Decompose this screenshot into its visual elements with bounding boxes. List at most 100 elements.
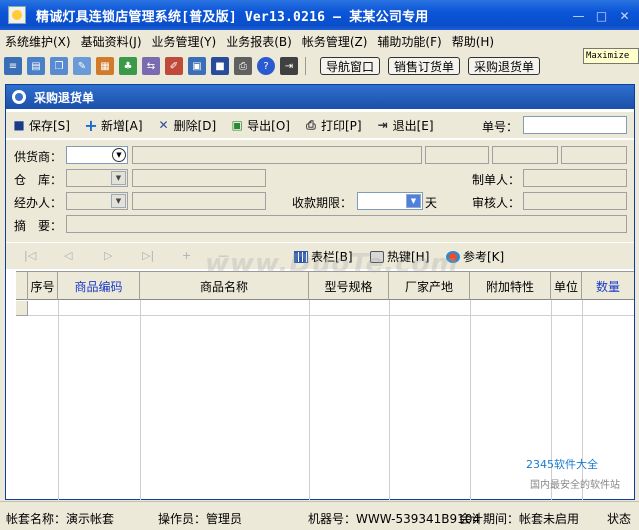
export-icon: ▣ [231, 118, 243, 132]
table-row[interactable] [16, 301, 634, 316]
grid-col-line [140, 300, 141, 500]
menu-accounts[interactable]: 帐务管理(Z) [297, 33, 373, 50]
close-button[interactable]: ✕ [614, 5, 635, 26]
col-unit[interactable]: 单位 [551, 272, 582, 300]
doc-no-label: 单号： [482, 120, 519, 134]
nav-window-button[interactable]: 导航窗口 [320, 57, 381, 75]
print-icon: ⎙ [306, 117, 316, 132]
child-title: 采购退货单 [34, 90, 95, 105]
exit-label: 退出[E] [392, 118, 434, 133]
corner-logo-subtitle: 国内最安全的软件站 [530, 480, 620, 491]
window-controls: — □ ✕ [568, 5, 635, 26]
toolbar-separator [305, 57, 306, 75]
save-icon[interactable]: ■ [211, 57, 229, 75]
delete-label: 删除[D] [173, 118, 217, 133]
header-form: 供货商： ▼ 仓 库： ▼ 制单人： 经办人： ▼ 收款期限： ▼ 天 审核人：… [6, 140, 634, 242]
warehouse-label: 仓 库： [14, 173, 63, 187]
prev-record-icon[interactable]: ◁ [64, 249, 72, 262]
grid-corner [16, 272, 28, 300]
image-icon[interactable]: ▣ [188, 57, 206, 75]
chevron-down-icon[interactable]: ▼ [111, 194, 126, 208]
sales-order-button[interactable]: 销售订货单 [388, 57, 461, 75]
help-icon[interactable]: ? [257, 57, 275, 75]
col-product-code[interactable]: 商品编码 [58, 272, 140, 300]
maker-field [523, 169, 627, 187]
supplier-extra-3 [561, 146, 627, 164]
status-state: 状态 [607, 512, 632, 526]
last-record-icon[interactable]: ▷| [142, 249, 154, 262]
insert-row-icon[interactable]: + [182, 249, 191, 262]
app-icon [8, 6, 26, 24]
transfer-icon[interactable]: ⇆ [142, 57, 160, 75]
payment-term-field[interactable]: ▼ [357, 192, 423, 210]
chevron-down-icon[interactable]: ▼ [111, 171, 126, 185]
document-icon[interactable]: ▦ [96, 57, 114, 75]
handler-label: 经办人： [14, 196, 63, 210]
export-label: 导出[O] [247, 118, 290, 133]
reference-label: 参考[K] [463, 250, 505, 264]
reviewer-label: 审核人： [472, 196, 521, 210]
delete-button[interactable]: ✕ 删除[D] [157, 117, 217, 134]
add-icon: + [84, 115, 98, 135]
col-seq[interactable]: 序号 [28, 272, 58, 300]
handler-select[interactable]: ▼ [66, 192, 128, 210]
handler-name-field [132, 192, 266, 210]
users-icon[interactable]: ♣ [119, 57, 137, 75]
status-machine: 机器号：WWW-539341B9104 [308, 512, 481, 526]
minimize-button[interactable]: — [568, 5, 589, 26]
reviewer-field [523, 192, 627, 210]
card-icon[interactable]: ▤ [27, 57, 45, 75]
save-button[interactable]: ■ 保存[S] [12, 117, 70, 134]
warehouse-name-field [132, 169, 266, 187]
exit-icon: ⇥ [377, 118, 388, 132]
watermark: www.DuoTe.com [205, 249, 459, 279]
save-icon: ■ [13, 118, 25, 132]
col-quantity[interactable]: 数量 [582, 272, 634, 300]
col-attributes[interactable]: 附加特性 [470, 272, 551, 300]
next-record-icon[interactable]: ▷ [104, 249, 112, 262]
title-bar: 精诚灯具连锁店管理系统[普及版] Ver13.0216 — 某某公司专用 — □… [0, 0, 639, 30]
payment-term-unit: 天 [425, 196, 438, 210]
child-title-bar: 采购退货单 [6, 85, 634, 109]
corner-logo: 2345软件大全 [526, 458, 598, 471]
summary-field[interactable] [66, 215, 627, 233]
menu-system[interactable]: 系统维护(X) [0, 33, 76, 50]
command-bar: ■ 保存[S] + 新增[A] ✕ 删除[D] ▣ 导出[O] ⎙ 打印[P] ⇥ 退出[E… [6, 112, 634, 138]
menu-help[interactable]: 帮助(H) [447, 33, 499, 50]
add-button[interactable]: + 新增[A] [84, 115, 143, 135]
menu-tools[interactable]: 辅助功能(F) [372, 33, 446, 50]
status-operator: 操作员：管理员 [158, 512, 243, 526]
menu-reports[interactable]: 业务报表(B) [221, 33, 297, 50]
grid-col-line [309, 300, 310, 500]
first-record-icon[interactable]: |◁ [24, 249, 36, 262]
save-label: 保存[S] [29, 118, 70, 133]
export-button[interactable]: ▣ 导出[O] [230, 117, 290, 134]
print-icon[interactable]: ⎙ [234, 57, 252, 75]
warehouse-select[interactable]: ▼ [66, 169, 128, 187]
exit-button[interactable]: ⇥ 退出[E] [376, 117, 434, 134]
print-label: 打印[P] [320, 118, 362, 133]
doc-no-field[interactable] [523, 116, 627, 134]
status-period: 会计期间：帐套未启用 [459, 512, 580, 526]
list-icon[interactable]: ≡ [4, 57, 22, 75]
note-icon[interactable]: ✎ [73, 57, 91, 75]
purchase-return-window: 采购退货单 ■ 保存[S] + 新增[A] ✕ 删除[D] ▣ 导出[O] ⎙ 打印[P]… [5, 84, 635, 500]
print-button[interactable]: ⎙ 打印[P] [304, 117, 362, 134]
purchase-return-button[interactable]: 采购退货单 [468, 57, 541, 75]
chevron-down-icon[interactable]: ▼ [406, 194, 421, 208]
menu-basic-data[interactable]: 基础资料(J) [76, 33, 147, 50]
supplier-extra-1 [425, 146, 489, 164]
chevron-down-icon[interactable]: ▼ [112, 148, 126, 162]
exit-icon[interactable]: ⇥ [280, 57, 298, 75]
status-account: 帐套名称：演示帐套 [6, 512, 115, 526]
menu-business[interactable]: 业务管理(Y) [147, 33, 222, 50]
main-toolbar: ≡ ▤ ❐ ✎ ▦ ♣ ⇆ ✐ ▣ ■ ⎙ ? ⇥ 导航窗口 销售订货单 采购退… [0, 53, 580, 79]
add-label: 新增[A] [100, 118, 143, 133]
grid-col-line [389, 300, 390, 500]
maker-label: 制单人： [472, 173, 521, 187]
edit-icon[interactable]: ✐ [165, 57, 183, 75]
maximize-button[interactable]: □ [591, 5, 612, 26]
supplier-label: 供货商： [14, 150, 63, 164]
windows-icon[interactable]: ❐ [50, 57, 68, 75]
supplier-select[interactable]: ▼ [66, 146, 128, 164]
